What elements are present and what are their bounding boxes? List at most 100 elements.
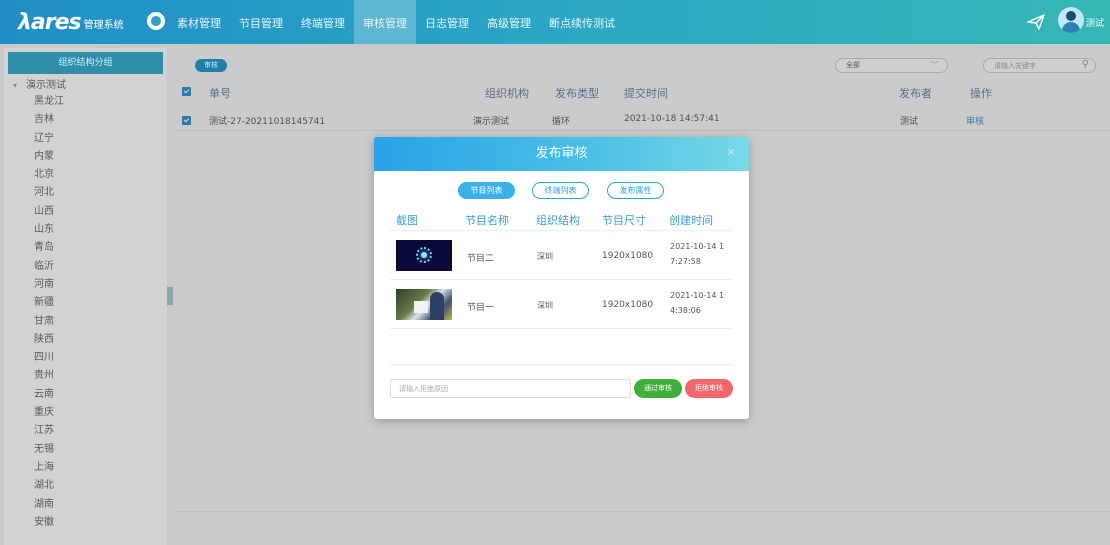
nav-item-resume-test[interactable]: 断点续传测试 [540, 0, 624, 44]
nav-item-material[interactable]: 素材管理 [168, 0, 230, 44]
program-created-date: 2021-10-14 1 [670, 291, 725, 300]
col-screenshot: 截图 [396, 214, 418, 227]
brand-logo-text: λares [18, 10, 82, 35]
reject-reason-input[interactable] [391, 380, 630, 397]
status-filter-select[interactable]: 全部 ﹀ [835, 58, 948, 73]
main-nav: 素材管理 节目管理 终端管理 审核管理 日志管理 高级管理 断点续传测试 [168, 0, 624, 44]
col-action: 操作 [970, 87, 992, 100]
tree-item[interactable]: 河北 [4, 184, 167, 202]
tree-item[interactable]: 青岛 [4, 239, 167, 257]
search-icon[interactable]: ⚲ [1082, 59, 1089, 70]
tree-item[interactable]: 重庆 [4, 404, 167, 422]
filter-value: 全部 [846, 61, 860, 69]
select-all-checkbox[interactable] [182, 87, 191, 96]
chevron-down-icon: ﹀ [931, 61, 938, 69]
dialog-title: 发布审核 [535, 146, 588, 161]
row-divider [175, 130, 1110, 131]
search-input[interactable] [994, 60, 1074, 71]
org-sidebar: 组织结构分组 ▾ 演示测试 黑龙江 吉林 辽宁 内蒙 北京 河北 山西 山东 青… [4, 48, 167, 545]
table-bottom-divider [175, 511, 1110, 512]
cell-type: 循环 [552, 117, 571, 127]
user-name[interactable]: 测试 [1086, 16, 1104, 29]
footer-divider [390, 364, 733, 365]
tree-item[interactable]: 江苏 [4, 422, 167, 440]
globe-icon[interactable] [147, 12, 165, 30]
user-avatar[interactable] [1058, 7, 1084, 33]
tree-root-item[interactable]: ▾ 演示测试 [4, 79, 167, 93]
nav-item-terminal[interactable]: 终端管理 [292, 0, 354, 44]
tree-item[interactable]: 甘肃 [4, 313, 167, 331]
nav-item-program[interactable]: 节目管理 [230, 0, 292, 44]
program-size: 1920x1080 [602, 251, 654, 261]
tree-item[interactable]: 山东 [4, 221, 167, 239]
sidebar-header[interactable]: 组织结构分组 [8, 52, 163, 74]
program-row[interactable]: 节目一 深圳 1920x1080 2021-10-14 1 4:38:06 [390, 281, 733, 329]
program-table-header: 截图 节目名称 组织结构 节目尺寸 创建时间 [390, 207, 733, 231]
program-org: 深圳 [537, 252, 553, 261]
nav-item-advanced[interactable]: 高级管理 [478, 0, 540, 44]
tab-program-list[interactable]: 节目列表 [458, 182, 515, 199]
publish-review-dialog: 发布审核 × 节目列表 终端列表 发布属性 截图 节目名称 组织结构 节目尺寸 … [374, 137, 749, 419]
row-checkbox[interactable] [182, 116, 191, 125]
tree-item[interactable]: 河南 [4, 276, 167, 294]
cell-id: 测试-27-20211018145741 [209, 117, 326, 127]
cell-publisher: 测试 [900, 117, 919, 127]
cell-time: 2021-10-18 14:57:41 [624, 114, 720, 124]
col-org: 组织机构 [485, 87, 529, 100]
tab-publish-props[interactable]: 发布属性 [607, 182, 664, 199]
tree-item[interactable]: 云南 [4, 386, 167, 404]
caret-down-icon[interactable]: ▾ [13, 79, 17, 93]
send-icon[interactable] [1026, 12, 1046, 32]
tree-item[interactable]: 新疆 [4, 294, 167, 312]
tree-item[interactable]: 无锡 [4, 441, 167, 459]
table-header: 单号 组织机构 发布类型 提交时间 发布者 操作 [175, 85, 1110, 103]
program-created-date: 2021-10-14 1 [670, 242, 725, 251]
dialog-tabs: 节目列表 终端列表 发布属性 [374, 182, 749, 199]
top-nav-bar: λares 管理系统 素材管理 节目管理 终端管理 审核管理 日志管理 高级管理… [0, 0, 1110, 44]
tree-item[interactable]: 上海 [4, 459, 167, 477]
col-id: 单号 [209, 87, 231, 100]
tree-item[interactable]: 四川 [4, 349, 167, 367]
tree-item[interactable]: 贵州 [4, 367, 167, 385]
col-publisher: 发布者 [899, 87, 932, 100]
approve-button[interactable]: 通过审核 [634, 379, 682, 398]
program-thumbnail[interactable] [396, 289, 452, 320]
program-name: 节目二 [467, 254, 495, 264]
tree-item[interactable]: 黑龙江 [4, 93, 167, 111]
program-size: 1920x1080 [602, 300, 654, 310]
tree-item[interactable]: 安徽 [4, 514, 167, 532]
tree-item[interactable]: 湖北 [4, 477, 167, 495]
tree-item[interactable]: 辽宁 [4, 130, 167, 148]
brand-system-name: 管理系统 [83, 20, 124, 31]
col-program-name: 节目名称 [465, 214, 509, 227]
org-tree: ▾ 演示测试 黑龙江 吉林 辽宁 内蒙 北京 河北 山西 山东 青岛 临沂 河南… [4, 79, 167, 532]
tree-root-label: 演示测试 [26, 80, 66, 91]
cell-org: 演示测试 [473, 117, 510, 127]
col-created-time: 创建时间 [669, 214, 713, 227]
col-program-size: 节目尺寸 [602, 214, 646, 227]
col-time: 提交时间 [624, 87, 668, 100]
program-created-time: 7:27:58 [670, 257, 701, 266]
tree-item[interactable]: 吉林 [4, 111, 167, 129]
reject-reason-field[interactable] [390, 379, 631, 398]
tree-item[interactable]: 山西 [4, 203, 167, 221]
nav-item-log[interactable]: 日志管理 [416, 0, 478, 44]
brand-logo[interactable]: λares 管理系统 [18, 8, 124, 36]
tree-item[interactable]: 北京 [4, 166, 167, 184]
sidebar-collapse-handle[interactable] [167, 287, 173, 305]
tab-terminal-list[interactable]: 终端列表 [532, 182, 589, 199]
program-thumbnail[interactable] [396, 240, 452, 271]
tree-item[interactable]: 内蒙 [4, 148, 167, 166]
tree-item[interactable]: 临沂 [4, 258, 167, 276]
col-type: 发布类型 [555, 87, 599, 100]
reject-button[interactable]: 拒绝审核 [685, 379, 733, 398]
review-link[interactable]: 审核 [966, 114, 984, 127]
program-created-time: 4:38:06 [670, 306, 701, 315]
tree-item[interactable]: 湖南 [4, 496, 167, 514]
tree-item[interactable]: 陕西 [4, 331, 167, 349]
audit-button[interactable]: 审核 [195, 59, 227, 72]
search-box[interactable]: ⚲ [983, 58, 1096, 73]
close-icon[interactable]: × [727, 147, 735, 158]
nav-item-audit[interactable]: 审核管理 [354, 0, 416, 44]
program-row[interactable]: 节目二 深圳 1920x1080 2021-10-14 1 7:27:58 [390, 232, 733, 280]
